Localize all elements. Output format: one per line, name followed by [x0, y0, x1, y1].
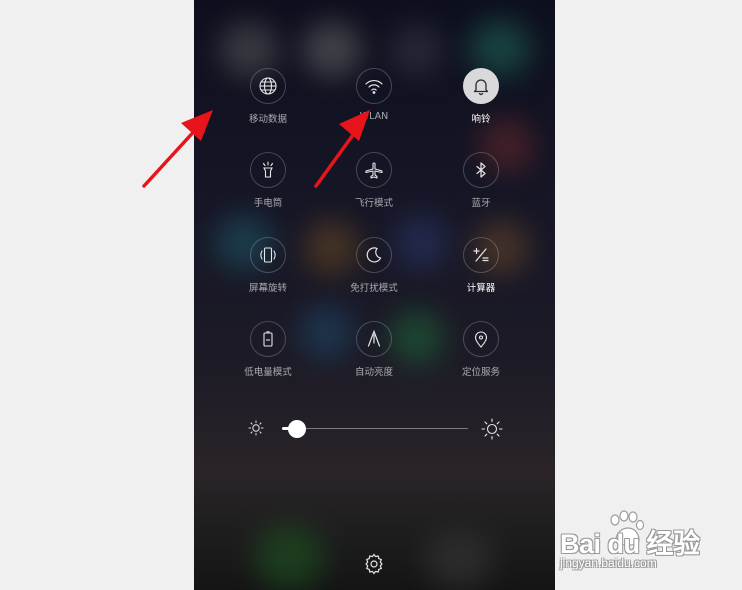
- tile-label: 蓝牙: [471, 198, 491, 209]
- location-icon: [463, 321, 499, 357]
- battery-icon: [250, 321, 286, 357]
- tile-mobile-data[interactable]: 移动数据: [218, 68, 318, 138]
- brightness-high-icon: [481, 418, 503, 440]
- baidu-jingyan-watermark: Bai du 经验 jingyan.baidu.com: [560, 510, 700, 576]
- tile-label: 定位服务: [461, 367, 500, 378]
- tile-label: 屏幕旋转: [248, 283, 287, 294]
- bell-icon: [463, 68, 499, 104]
- globe-icon: [250, 68, 286, 104]
- tile-wlan[interactable]: WLAN: [324, 68, 424, 138]
- calculator-icon: [463, 237, 499, 273]
- tile-flashlight[interactable]: 手电筒: [218, 152, 318, 222]
- tile-label: 移动数据: [248, 114, 287, 125]
- tile-airplane-mode[interactable]: 飞行模式: [324, 152, 424, 222]
- tile-label: 计算器: [466, 283, 496, 294]
- tile-label: 免打扰模式: [350, 283, 398, 294]
- rotate-icon: [250, 237, 286, 273]
- tile-low-power-mode[interactable]: 低电量模式: [218, 321, 318, 391]
- tile-bluetooth[interactable]: 蓝牙: [431, 152, 531, 222]
- tile-calculator[interactable]: 计算器: [431, 237, 531, 307]
- blurred-background: [254, 525, 324, 590]
- flashlight-icon: [250, 152, 286, 188]
- tile-label: 手电筒: [253, 198, 283, 209]
- tile-location-services[interactable]: 定位服务: [431, 321, 531, 391]
- tile-label: 响铃: [471, 114, 491, 125]
- slider-knob[interactable]: [287, 420, 306, 438]
- control-center-screen: 移动数据 WLAN 响铃 手电筒 飞行模式 蓝牙 屏幕旋转 免打扰模式 计算器 …: [194, 0, 555, 590]
- tile-label: 飞行模式: [354, 198, 393, 209]
- brightness-slider[interactable]: [194, 414, 555, 444]
- auto-brightness-icon: [356, 321, 392, 357]
- tile-screen-rotation[interactable]: 屏幕旋转: [218, 237, 318, 307]
- tile-do-not-disturb[interactable]: 免打扰模式: [324, 237, 424, 307]
- tile-label: 低电量模式: [244, 367, 292, 378]
- brightness-low-icon: [248, 420, 264, 436]
- blurred-background: [424, 530, 494, 590]
- bluetooth-icon: [463, 152, 499, 188]
- tile-label: WLAN: [359, 111, 389, 122]
- gear-icon[interactable]: [362, 552, 386, 576]
- airplane-icon: [356, 152, 392, 188]
- tile-auto-brightness[interactable]: 自动亮度: [324, 321, 424, 391]
- watermark-url: jingyan.baidu.com: [560, 556, 657, 570]
- moon-icon: [356, 237, 392, 273]
- tile-label: 自动亮度: [354, 367, 393, 378]
- tile-ringer[interactable]: 响铃: [431, 68, 531, 138]
- slider-track[interactable]: [282, 428, 468, 429]
- wifi-icon: [356, 68, 392, 104]
